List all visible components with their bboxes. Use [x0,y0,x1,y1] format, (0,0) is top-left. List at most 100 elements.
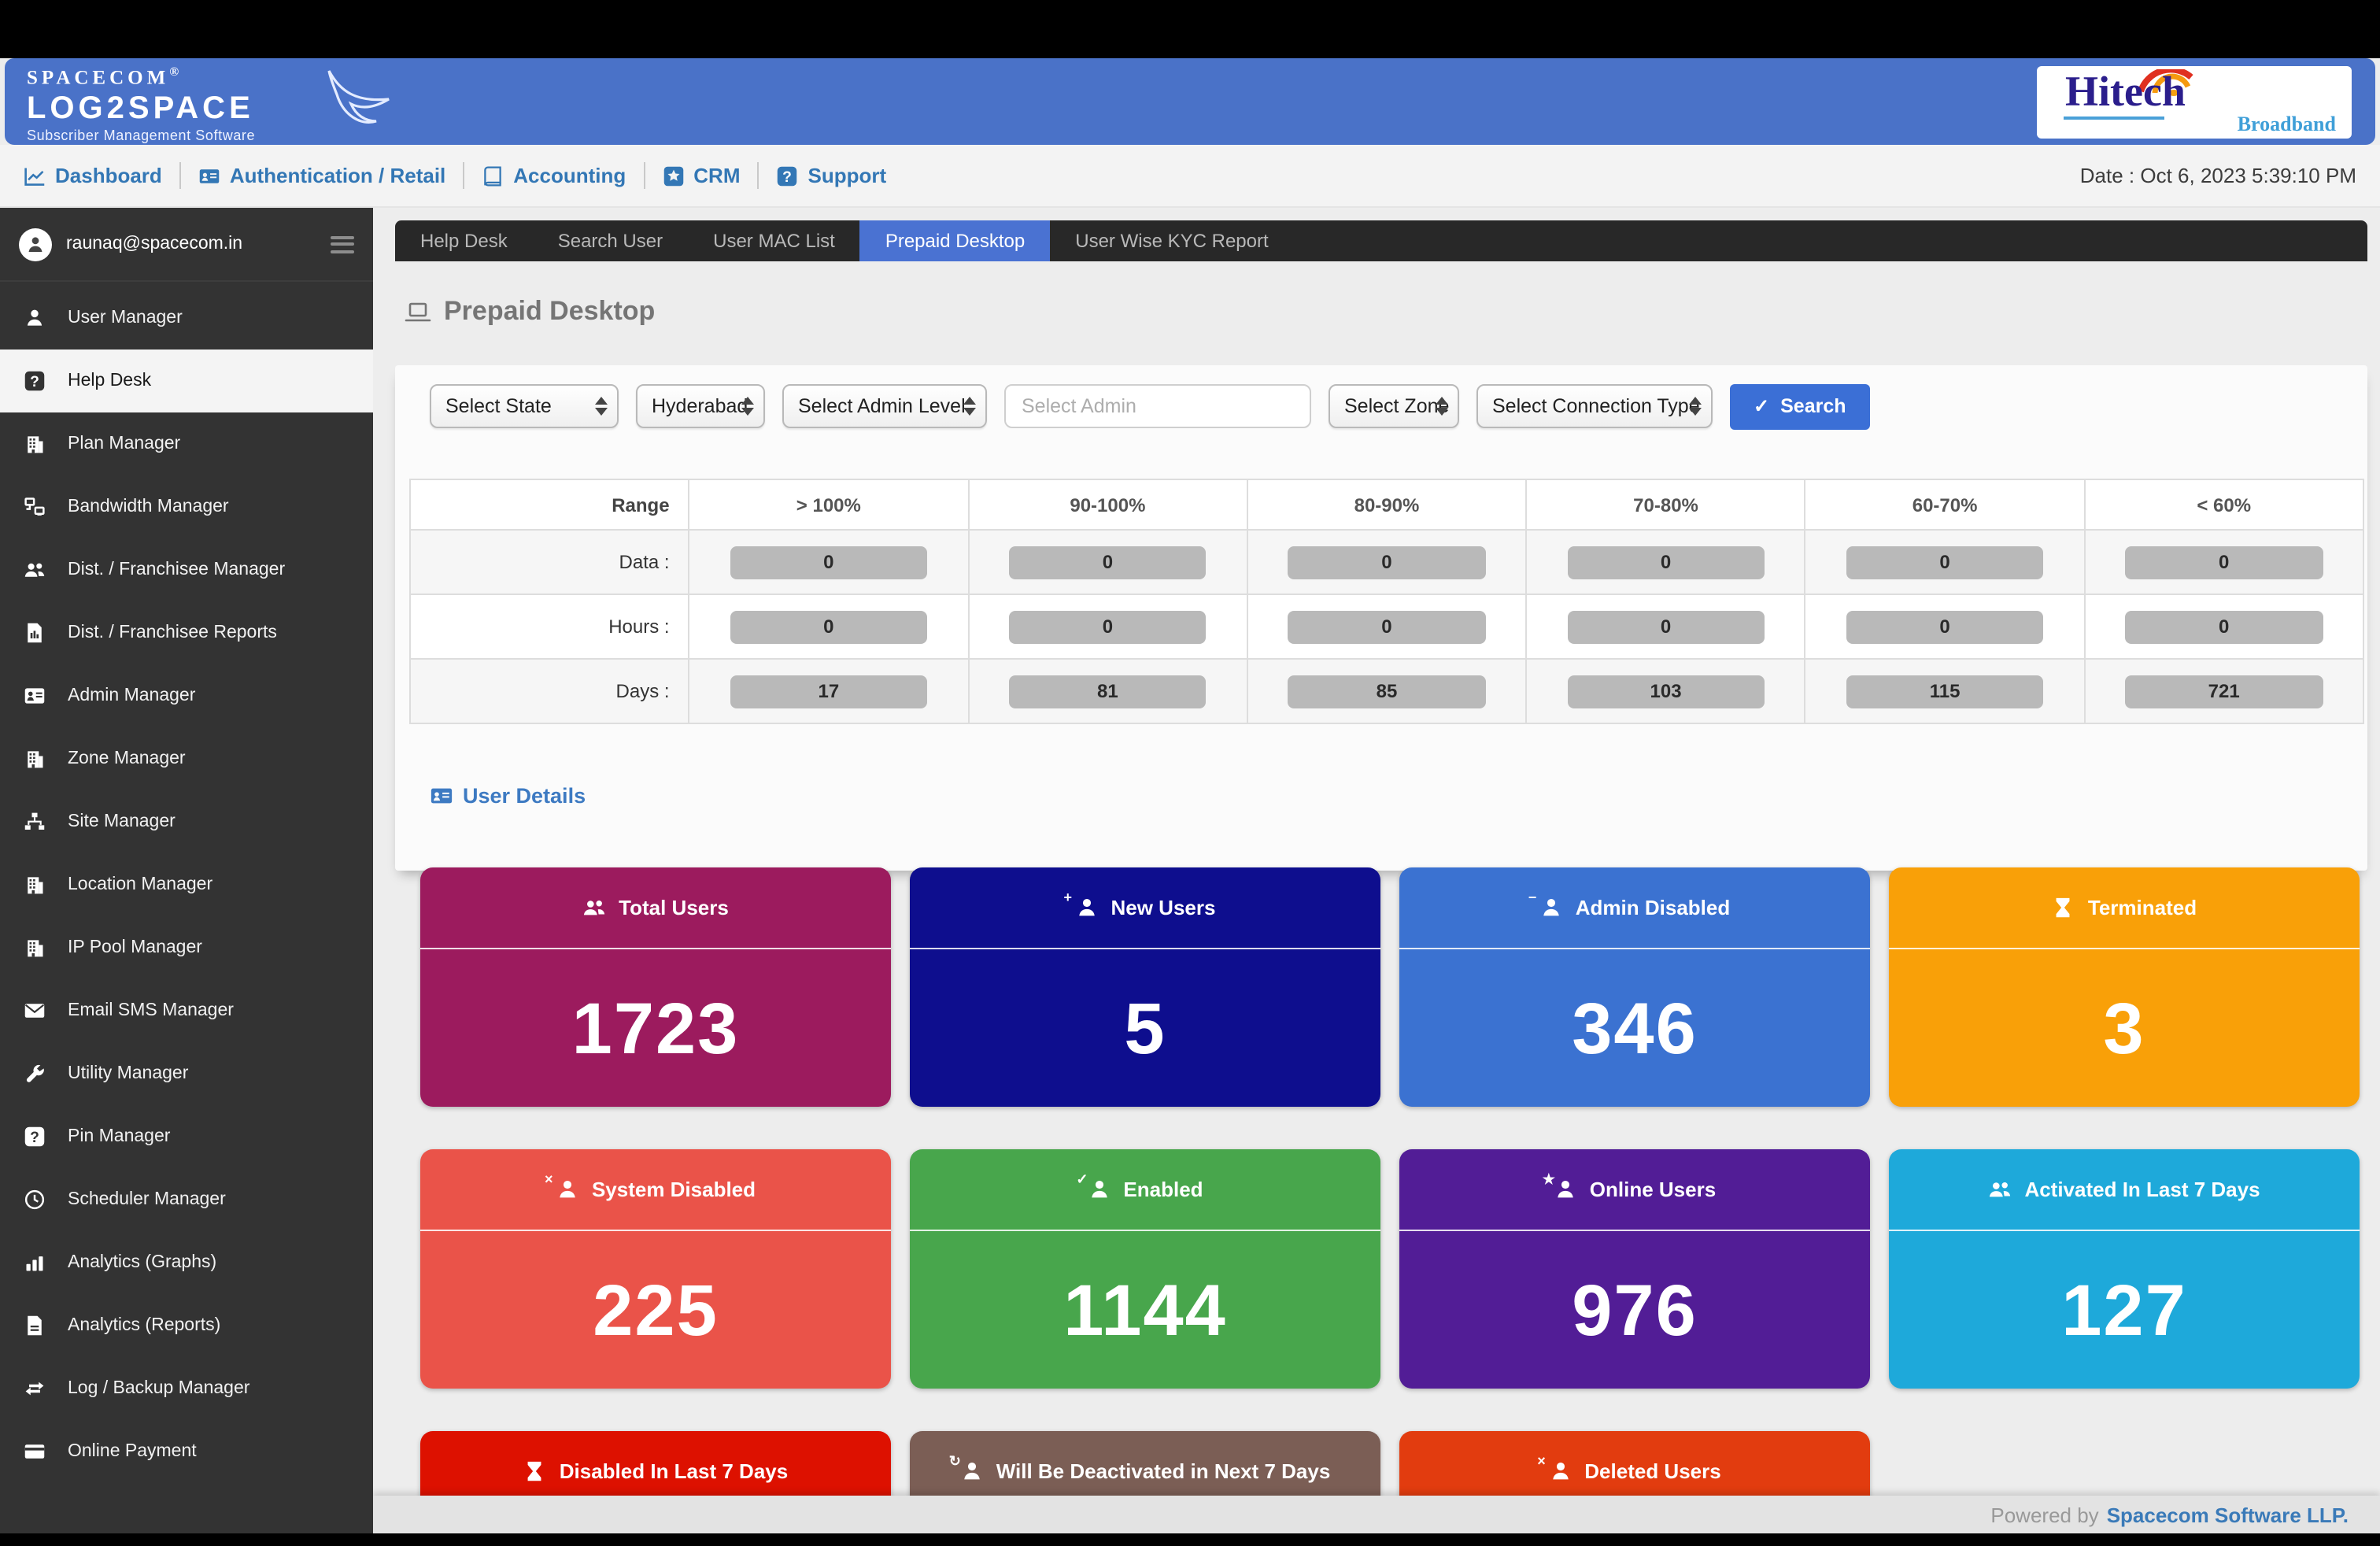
sidebar-item-label: Help Desk [68,372,151,390]
nav-item-accounting[interactable]: Accounting [482,164,626,187]
sidebar-user[interactable]: raunaq@spacecom.in [0,208,373,282]
search-button[interactable]: ✓ Search [1730,383,1870,429]
column-header-range: Range [410,479,689,530]
nav-item-dashboard[interactable]: Dashboard [24,164,162,187]
card-header: −Admin Disabled [1399,867,1870,949]
nav-item-crm[interactable]: CRM [662,164,740,187]
select-arrows-icon [741,397,754,416]
book-icon [482,165,504,187]
sidebar-item-dist-franchisee-reports[interactable]: Dist. / Franchisee Reports [0,601,373,664]
value-pill: 0 [1567,610,1765,643]
select-arrows-icon [963,397,976,416]
nav-links: Dashboard Authentication / Retail Accounti… [24,162,886,189]
tab-prepaid-desktop[interactable]: Prepaid Desktop [860,220,1050,261]
card-new-users[interactable]: +New Users5 [910,867,1380,1107]
tab-user-wise-kyc-report[interactable]: User Wise KYC Report [1050,220,1293,261]
select-connection-type[interactable]: Select Connection Type [1476,384,1713,428]
value-pill: 85 [1288,675,1486,708]
svg-text:?: ? [30,1130,39,1146]
chart-line-icon [24,165,46,187]
sidebar-item-pin-manager[interactable]: ?Pin Manager [0,1105,373,1168]
menu-icon[interactable] [331,231,354,257]
user-details-cards: Total Users1723+New Users5−Admin Disable… [420,867,2360,1533]
table-row-hours: Hours :000000 [410,594,2363,659]
user-email: raunaq@spacecom.in [66,235,316,253]
nav-item-support[interactable]: ?Support [777,164,887,187]
admin-input[interactable] [1004,384,1311,428]
nav-item-authentication-retail[interactable]: Authentication / Retail [198,164,445,187]
sidebar-item-analytics-graphs[interactable]: Analytics (Graphs) [0,1231,373,1294]
select-state[interactable]: Select State [430,384,619,428]
building-icon [24,748,46,770]
hourglass-icon [523,1459,547,1483]
row-label: Hours : [410,594,689,659]
sidebar-item-label: Analytics (Reports) [68,1316,220,1335]
card-header: ★Online Users [1399,1149,1870,1231]
card-terminated[interactable]: Terminated3 [1889,867,2360,1107]
partner-logo: Hitech Broadband [2037,66,2352,139]
nav-item-label: Support [808,164,887,187]
sidebar-item-online-payment[interactable]: Online Payment [0,1420,373,1483]
row-label: Days : [410,659,689,723]
sidebar-item-label: Utility Manager [68,1064,188,1083]
card-title: Enabled [1123,1178,1203,1201]
sidebar-item-ip-pool-manager[interactable]: IP Pool Manager [0,916,373,979]
column-header-70-80: 70-80% [1526,479,1805,530]
partner-name: Hitech [2065,71,2186,113]
value-cell: 721 [2084,659,2363,723]
value-cell: 0 [968,594,1247,659]
card-online-users[interactable]: ★Online Users976 [1399,1149,1870,1389]
sidebar-item-label: User Manager [68,309,183,327]
select-admin-level[interactable]: Select Admin Level [782,384,987,428]
sidebar-item-analytics-reports[interactable]: Analytics (Reports) [0,1294,373,1357]
sidebar: raunaq@spacecom.in User Manager?Help Des… [0,208,373,1533]
sidebar-item-scheduler-manager[interactable]: Scheduler Manager [0,1168,373,1231]
hourglass-icon [2052,896,2075,919]
sidebar-item-utility-manager[interactable]: Utility Manager [0,1042,373,1105]
clock-icon [24,1189,46,1211]
powered-by-label: Powered by [1990,1503,2098,1526]
select-zone[interactable]: Select Zone [1329,384,1459,428]
tab-search-user[interactable]: Search User [533,220,688,261]
sidebar-item-admin-manager[interactable]: Admin Manager [0,664,373,727]
sidebar-item-label: Dist. / Franchisee Reports [68,623,277,642]
sidebar-item-email-sms-manager[interactable]: Email SMS Manager [0,979,373,1042]
sidebar-item-label: Bandwidth Manager [68,497,229,516]
sidebar-item-label: Dist. / Franchisee Manager [68,560,285,579]
icon-glyph: × [545,1171,553,1187]
building-icon [24,937,46,959]
card-enabled[interactable]: ✓Enabled1144 [910,1149,1380,1389]
person-icon: − [1539,896,1563,919]
sidebar-item-zone-manager[interactable]: Zone Manager [0,727,373,790]
card-system-disabled[interactable]: ×System Disabled225 [420,1149,891,1389]
sidebar-item-site-manager[interactable]: Site Manager [0,790,373,853]
sidebar-item-log-backup-manager[interactable]: Log / Backup Manager [0,1357,373,1420]
tab-help-desk[interactable]: Help Desk [395,220,533,261]
column-header-80-90: 80-90% [1247,479,1527,530]
sidebar-item-location-manager[interactable]: Location Manager [0,853,373,916]
card-value: 1144 [910,1231,1380,1387]
user-icon [25,234,46,254]
sidebar-item-label: IP Pool Manager [68,938,202,957]
laptop-icon [405,300,431,324]
value-pill: 0 [1009,546,1207,579]
check-icon: ✓ [1754,395,1769,417]
tab-user-mac-list[interactable]: User MAC List [688,220,860,261]
q-square-icon: ? [24,1126,46,1148]
sidebar-item-help-desk[interactable]: ?Help Desk [0,350,373,412]
value-cell: 103 [1526,659,1805,723]
card-admin-disabled[interactable]: −Admin Disabled346 [1399,867,1870,1107]
value-pill: 0 [730,546,927,579]
date-label: Date : Oct 6, 2023 5:39:10 PM [2080,164,2356,187]
card-total-users[interactable]: Total Users1723 [420,867,891,1107]
select-city[interactable]: Hyderabad [636,384,765,428]
card-value: 225 [420,1231,891,1387]
user-details-title: User Details [430,784,586,808]
footer-brand: Spacecom Software LLP. [2107,1503,2349,1526]
card-activated-in-last-7-days[interactable]: Activated In Last 7 Days127 [1889,1149,2360,1389]
sidebar-item-dist-franchisee-manager[interactable]: Dist. / Franchisee Manager [0,538,373,601]
sidebar-item-user-manager[interactable]: User Manager [0,287,373,350]
sidebar-item-bandwidth-manager[interactable]: Bandwidth Manager [0,475,373,538]
sidebar-item-plan-manager[interactable]: Plan Manager [0,412,373,475]
value-cell: 0 [1247,594,1527,659]
